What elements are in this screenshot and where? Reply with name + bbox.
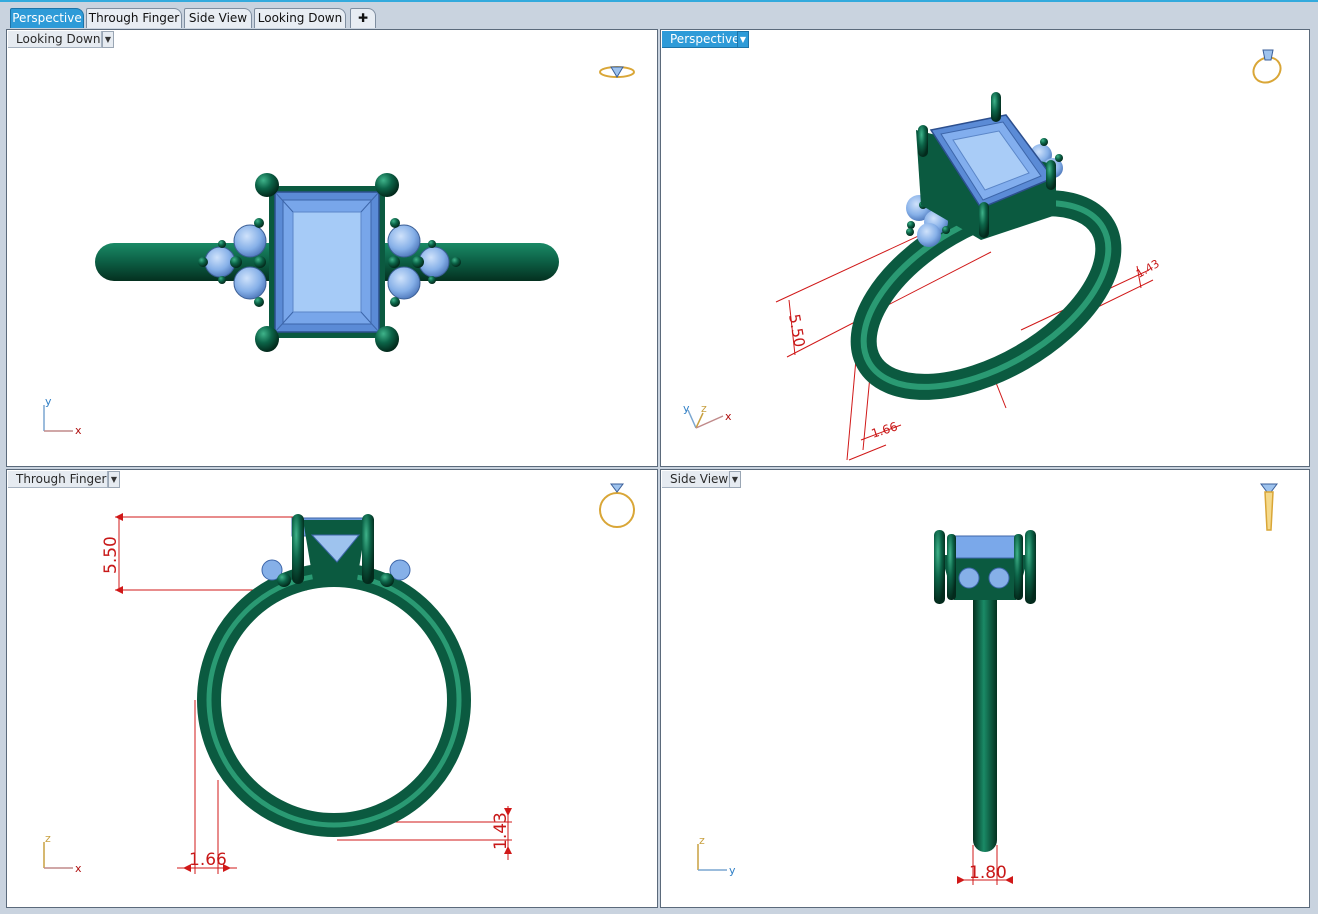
viewport-title-side-view[interactable]: Side View [662, 471, 734, 488]
viewport-menu-dropdown[interactable]: ▼ [102, 31, 114, 48]
axis-indicator [697, 844, 727, 871]
prong [947, 534, 956, 600]
dim-thickness-label: 1.43 [491, 812, 511, 850]
prong [375, 326, 399, 352]
axis-y-label: y [729, 864, 736, 877]
ring-front-icon [599, 483, 635, 528]
axis-z-label: z [699, 834, 705, 847]
prong [979, 202, 989, 238]
dim-width-label: 1.66 [870, 419, 900, 441]
dim-width-label: 1.80 [969, 863, 1007, 883]
tab-side-view[interactable]: Side View [184, 8, 252, 28]
tab-looking-down[interactable]: Looking Down [254, 8, 346, 28]
prong [918, 125, 928, 157]
prong [934, 530, 945, 604]
ring-top-icon [599, 66, 635, 78]
prong [375, 173, 399, 197]
side-stones-left [198, 218, 267, 307]
viewport-menu-dropdown[interactable]: ▼ [729, 471, 741, 488]
prong [255, 326, 279, 352]
tab-through-finger[interactable]: Through Finger [86, 8, 182, 28]
prong [255, 173, 279, 197]
viewport-title-through-finger[interactable]: Through Finger [8, 471, 108, 488]
axis-indicator [43, 842, 73, 869]
axis-x-label: x [75, 862, 82, 875]
axis-x-label: x [75, 424, 82, 437]
ring-perspective-render: 5.50 1.66 1.43 y z x [683, 49, 1282, 461]
dim-height-label: 5.50 [785, 313, 809, 349]
chevron-down-icon: ▼ [731, 475, 739, 484]
axis-z-label: z [45, 832, 51, 845]
axis-x-label: x [725, 410, 732, 423]
chevron-down-icon: ▼ [739, 35, 747, 44]
plus-icon: ✚ [357, 11, 369, 25]
ring-front-view-render: 5.50 1.66 1.43 z x [43, 483, 635, 875]
prong [1046, 160, 1056, 190]
viewport-menu-dropdown[interactable]: ▼ [108, 471, 120, 488]
chevron-down-icon: ▼ [110, 475, 118, 484]
viewport-side-view[interactable]: 1.80 z y Side View ▼ [660, 469, 1310, 908]
viewport-tab-bar: Perspective Through Finger Side View Loo… [0, 2, 1318, 29]
prong [1025, 530, 1036, 604]
viewport-title-looking-down[interactable]: Looking Down [8, 31, 102, 48]
axis-z-label: z [701, 402, 707, 415]
prong [991, 92, 1001, 122]
dim-thickness-label: 1.43 [1134, 257, 1162, 281]
viewport-title-perspective[interactable]: Perspective [662, 31, 742, 48]
ring-side-view-render: 1.80 z y [697, 483, 1278, 885]
prong [1014, 534, 1023, 600]
prong [292, 514, 304, 584]
axis-y-label: y [683, 402, 690, 415]
viewport-menu-dropdown[interactable]: ▼ [737, 31, 749, 48]
viewport-looking-down[interactable]: y x Looking Down ▼ [6, 29, 658, 467]
viewport-through-finger[interactable]: 5.50 1.66 1.43 z x Through Finger ▼ [6, 469, 658, 908]
prong [362, 514, 374, 584]
viewport-perspective[interactable]: 5.50 1.66 1.43 y z x Perspective ▼ [660, 29, 1310, 467]
tab-perspective[interactable]: Perspective [10, 8, 84, 28]
add-tab-button[interactable]: ✚ [350, 8, 376, 28]
axis-y-label: y [45, 395, 52, 408]
ring-side-icon [1260, 483, 1278, 531]
axis-indicator [43, 405, 73, 432]
center-stone [948, 535, 1022, 559]
chevron-down-icon: ▼ [104, 35, 112, 44]
shank-highlight [206, 572, 462, 828]
dim-width-label: 1.66 [189, 850, 227, 870]
dim-height-label: 5.50 [101, 536, 121, 574]
center-stone [274, 191, 380, 333]
ring-top-view-render: y x [43, 66, 635, 437]
shank [973, 580, 997, 852]
ring-perspective-icon [1252, 49, 1282, 84]
